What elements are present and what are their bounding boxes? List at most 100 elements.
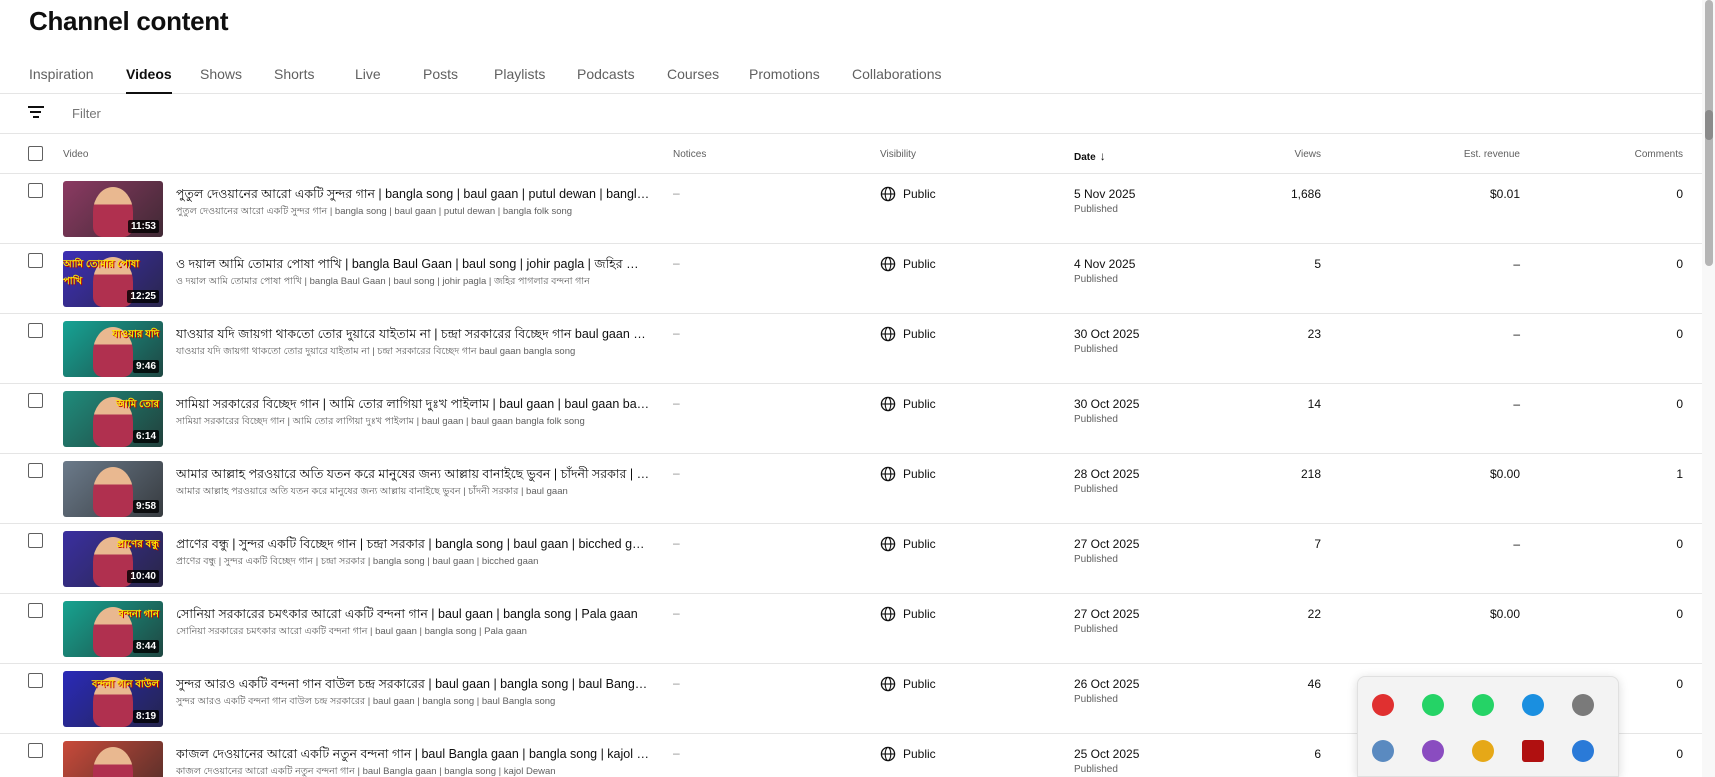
tab-playlists[interactable]: Playlists <box>494 66 545 82</box>
row-checkbox[interactable] <box>28 323 43 338</box>
row-checkbox[interactable] <box>28 743 43 758</box>
video-title[interactable]: সুন্দর আরও একটি বন্দনা গান বাউল চন্দ্র স… <box>176 676 650 696</box>
row-checkbox[interactable] <box>28 183 43 198</box>
globe-icon <box>880 256 896 272</box>
video-views: 1,686 <box>1290 187 1321 201</box>
video-status: Published <box>1074 624 1118 635</box>
video-description: সোনিয়া সরকারের চমৎকার আরো একটি বন্দনা গ… <box>176 626 527 637</box>
video-thumbnail[interactable]: আমি তোর 6:14 <box>63 391 163 447</box>
tab-posts[interactable]: Posts <box>423 66 458 82</box>
video-visibility[interactable]: Public <box>903 187 936 201</box>
row-checkbox[interactable] <box>28 673 43 688</box>
video-thumbnail[interactable]: 11:53 <box>63 181 163 237</box>
video-title[interactable]: সামিয়া সরকারের বিচ্ছেদ গান | আমি তোর লা… <box>176 396 650 416</box>
filter-input[interactable] <box>72 106 372 121</box>
video-title[interactable]: প্রাণের বন্ধু | সুন্দর একটি বিচ্ছেদ গান … <box>176 536 650 556</box>
table-row[interactable]: 11:53 পুতুল দেওয়ানের আরো একটি সুন্দর গা… <box>0 174 1702 244</box>
video-duration: 9:46 <box>132 360 159 373</box>
video-thumbnail[interactable] <box>63 741 163 777</box>
onedrive-icon[interactable] <box>1372 740 1394 762</box>
column-revenue[interactable]: Est. revenue <box>1464 149 1520 160</box>
whatsapp-icon[interactable] <box>1422 694 1444 716</box>
video-revenue: $0.01 <box>1489 187 1520 201</box>
tab-shows[interactable]: Shows <box>200 66 242 82</box>
tab-shorts[interactable]: Shorts <box>274 66 314 82</box>
video-notices: – <box>673 326 680 340</box>
video-title[interactable]: যাওয়ার যদি জায়গা থাকতো তোর দুয়ারে যাই… <box>176 326 650 346</box>
acrobat-icon[interactable] <box>1522 740 1544 762</box>
column-views[interactable]: Views <box>1295 149 1322 160</box>
thumbnail-image <box>93 467 133 517</box>
globe-icon <box>880 186 896 202</box>
row-checkbox[interactable] <box>28 393 43 408</box>
video-views: 23 <box>1307 327 1321 341</box>
video-title[interactable]: ও দয়াল আমি তোমার পোষা পাখি | bangla Bau… <box>176 256 650 276</box>
thumbnail-overlay-text: আমি তোমার পোষা পাখি <box>63 259 140 287</box>
video-visibility[interactable]: Public <box>903 677 936 691</box>
video-duration: 11:53 <box>127 220 159 233</box>
tab-live[interactable]: Live <box>355 66 381 82</box>
video-visibility[interactable]: Public <box>903 537 936 551</box>
column-visibility: Visibility <box>880 149 916 160</box>
video-thumbnail[interactable]: প্রাণের বন্ধু 10:40 <box>63 531 163 587</box>
video-status: Published <box>1074 694 1118 705</box>
video-date: 27 Oct 2025 <box>1074 607 1140 621</box>
column-date[interactable]: Date ↓ <box>1074 149 1106 163</box>
video-comments: 0 <box>1676 607 1683 621</box>
video-title[interactable]: সোনিয়া সরকারের চমৎকার আরো একটি বন্দনা গ… <box>176 606 650 626</box>
video-title[interactable]: কাজল দেওয়ানের আরো একটি নতুন বন্দনা গান … <box>176 746 650 766</box>
table-row[interactable]: যাওয়ার যদি 9:46 যাওয়ার যদি জায়গা থাকত… <box>0 314 1702 384</box>
system-tray-overflow <box>1357 676 1619 777</box>
column-comments[interactable]: Comments <box>1635 149 1683 160</box>
tab-courses[interactable]: Courses <box>667 66 719 82</box>
row-checkbox[interactable] <box>28 533 43 548</box>
scrollbar[interactable] <box>1702 0 1715 777</box>
table-row[interactable]: আমি তোর 6:14 সামিয়া সরকারের বিচ্ছেদ গান… <box>0 384 1702 454</box>
select-all-checkbox[interactable] <box>28 146 43 161</box>
video-title[interactable]: আমার আল্লাহ পরওয়ারে অতি যতন করে মানুষের… <box>176 466 650 486</box>
webcam-icon[interactable] <box>1572 694 1594 716</box>
chrome-icon[interactable] <box>1472 740 1494 762</box>
filter-icon[interactable] <box>28 106 44 120</box>
video-thumbnail[interactable]: আমি তোমার পোষা পাখি 12:25 <box>63 251 163 307</box>
tab-videos[interactable]: Videos <box>126 66 172 94</box>
video-views: 218 <box>1300 467 1321 481</box>
video-title[interactable]: পুতুল দেওয়ানের আরো একটি সুন্দর গান | ba… <box>176 186 650 206</box>
table-row[interactable]: বন্দনা গান 8:44 সোনিয়া সরকারের চমৎকার আ… <box>0 594 1702 664</box>
table-row[interactable]: আমি তোমার পোষা পাখি 12:25 ও দয়াল আমি তো… <box>0 244 1702 314</box>
video-comments: 0 <box>1676 677 1683 691</box>
video-duration: 8:44 <box>132 640 159 653</box>
video-comments: 0 <box>1676 397 1683 411</box>
video-visibility[interactable]: Public <box>903 747 936 761</box>
video-views: 46 <box>1307 677 1321 691</box>
row-checkbox[interactable] <box>28 603 43 618</box>
video-visibility[interactable]: Public <box>903 397 936 411</box>
row-checkbox[interactable] <box>28 463 43 478</box>
video-visibility[interactable]: Public <box>903 257 936 271</box>
video-visibility[interactable]: Public <box>903 607 936 621</box>
video-thumbnail[interactable]: যাওয়ার যদি 9:46 <box>63 321 163 377</box>
video-duration: 12:25 <box>127 290 159 303</box>
tab-podcasts[interactable]: Podcasts <box>577 66 635 82</box>
table-row[interactable]: 9:58 আমার আল্লাহ পরওয়ারে অতি যতন করে মা… <box>0 454 1702 524</box>
table-row[interactable]: প্রাণের বন্ধু 10:40 প্রাণের বন্ধু | সুন্… <box>0 524 1702 594</box>
video-revenue: – <box>1513 397 1520 411</box>
whatsapp-business-icon[interactable] <box>1472 694 1494 716</box>
video-visibility[interactable]: Public <box>903 327 936 341</box>
tab-inspiration[interactable]: Inspiration <box>29 66 94 82</box>
video-thumbnail[interactable]: 9:58 <box>63 461 163 517</box>
feather-icon[interactable] <box>1422 740 1444 762</box>
video-description: ও দয়াল আমি তোমার পোষা পাখি | bangla Bau… <box>176 276 590 287</box>
video-date: 30 Oct 2025 <box>1074 327 1140 341</box>
video-visibility[interactable]: Public <box>903 467 936 481</box>
tab-collaborations[interactable]: Collaborations <box>852 66 942 82</box>
telegram-icon[interactable] <box>1372 694 1394 716</box>
tab-promotions[interactable]: Promotions <box>749 66 820 82</box>
globe-icon <box>880 676 896 692</box>
video-revenue: – <box>1513 537 1520 551</box>
windows-security-icon[interactable] <box>1572 740 1594 762</box>
edge-icon[interactable] <box>1522 694 1544 716</box>
row-checkbox[interactable] <box>28 253 43 268</box>
video-thumbnail[interactable]: বন্দনা গান 8:44 <box>63 601 163 657</box>
video-thumbnail[interactable]: বন্দনা গান বাউল 8:19 <box>63 671 163 727</box>
